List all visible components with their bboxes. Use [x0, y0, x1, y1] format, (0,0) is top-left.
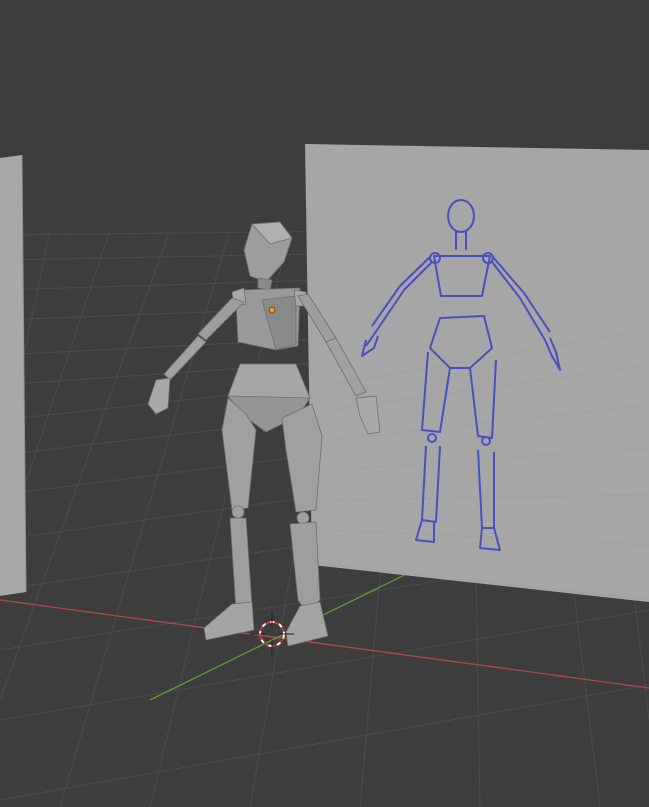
mannequin-neck — [257, 277, 273, 291]
right-knee — [296, 511, 310, 525]
reference-plane-side[interactable] — [0, 155, 26, 596]
origin-dot — [268, 306, 276, 314]
3d-viewport[interactable] — [0, 0, 649, 807]
reference-plane-back[interactable] — [305, 144, 649, 602]
left-knee — [231, 505, 245, 519]
